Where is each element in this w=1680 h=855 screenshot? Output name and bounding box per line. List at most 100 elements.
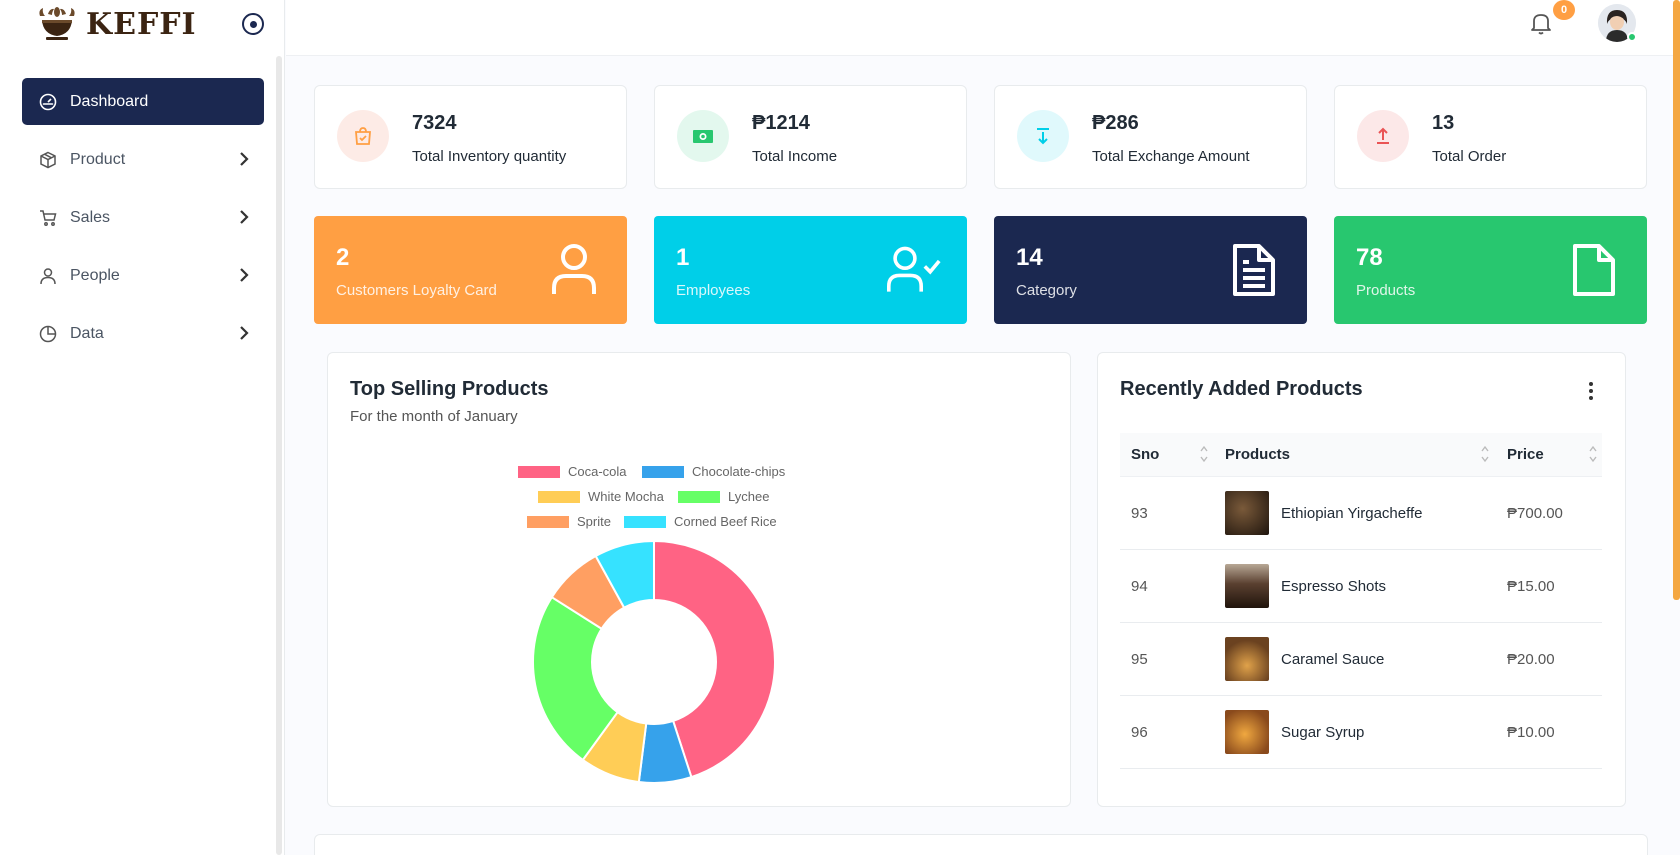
legend-swatch [624,515,666,528]
bell-icon[interactable] [1528,10,1554,36]
sidebar-item-label: Sales [70,208,111,226]
stat-value: 13 [1432,112,1455,134]
top-header [286,0,1680,56]
table-row[interactable]: 94 Espresso Shots ₱15.00 [1120,550,1602,623]
stat-label: Total Inventory quantity [412,148,567,165]
table-row[interactable]: 96 Sugar Syrup ₱10.00 [1120,696,1602,769]
cell-product-name: Caramel Sauce [1281,651,1385,668]
sidebar-item-label: Dashboard [70,92,149,110]
card-value: 78 [1356,244,1383,271]
sort-icon[interactable] [1199,443,1209,465]
cell-sno: 93 [1131,505,1148,522]
bottom-panel [314,834,1648,855]
sidebar-toggle-button[interactable] [242,13,264,35]
card-category[interactable]: 14 Category [994,216,1307,324]
stat-label: Total Income [752,148,838,165]
brand-name: KEFFI [86,6,197,42]
legend-item[interactable]: Chocolate-chips [642,464,785,479]
box-icon [38,150,58,170]
card-label: Customers Loyalty Card [336,282,497,299]
legend-label: White Mocha [588,489,664,504]
column-header-price[interactable]: Price [1507,446,1544,463]
legend-swatch [527,515,569,528]
stat-label: Total Exchange Amount [1092,148,1250,165]
logo[interactable]: KEFFI [34,6,197,42]
main-scrollbar[interactable] [1673,0,1680,600]
download-icon [1017,110,1069,162]
sidebar-item-label: Product [70,150,126,168]
cell-product-name: Espresso Shots [1281,578,1387,595]
legend-swatch [642,465,684,478]
panel-subtitle: For the month of January [350,408,518,425]
product-thumbnail [1225,564,1269,608]
sidebar-item-dashboard[interactable]: Dashboard [22,78,264,125]
product-thumbnail [1225,637,1269,681]
legend-item[interactable]: Sprite [527,514,611,529]
legend-item[interactable]: Coca-cola [518,464,627,479]
cell-price: ₱15.00 [1507,578,1555,595]
card-value: 1 [676,244,690,271]
user-icon [38,266,58,286]
cell-price: ₱10.00 [1507,724,1555,741]
cell-product-name: Sugar Syrup [1281,724,1365,741]
legend-item[interactable]: White Mocha [538,489,664,504]
sidebar-item-sales[interactable]: Sales [22,194,264,241]
file-icon [1573,244,1615,296]
panel-title: Recently Added Products [1120,378,1363,400]
chevron-right-icon [240,152,249,166]
legend-label: Chocolate-chips [692,464,786,479]
cell-sno: 95 [1131,651,1148,668]
sidebar-item-label: Data [70,324,104,342]
card-products[interactable]: 78 Products [1334,216,1647,324]
cell-price: ₱700.00 [1507,505,1563,522]
stat-value: ₱286 [1092,112,1139,134]
sidebar-nav: Dashboard Product Sales People Data [22,78,264,368]
sidebar-item-label: People [70,266,120,284]
legend-item[interactable]: Lychee [678,489,769,504]
stat-label: Total Order [1432,148,1507,165]
file-text-icon [1233,244,1275,296]
more-vertical-icon[interactable] [1588,381,1594,401]
legend-swatch [518,465,560,478]
card-label: Employees [676,282,751,299]
cash-icon [677,110,729,162]
stat-card-orders: 13 Total Order [1334,85,1647,189]
sidebar-scrollbar[interactable] [276,56,282,855]
sidebar-item-product[interactable]: Product [22,136,264,183]
logo-row: KEFFI [0,0,284,52]
table-row[interactable]: 95 Caramel Sauce ₱20.00 [1120,623,1602,696]
coffee-logo-icon [39,7,75,40]
sort-icon[interactable] [1588,443,1598,465]
card-employees[interactable]: 1 Employees [654,216,967,324]
cell-sno: 94 [1131,578,1148,595]
sidebar-item-data[interactable]: Data [22,310,264,357]
card-loyalty[interactable]: 2 Customers Loyalty Card [314,216,627,324]
cell-sno: 96 [1131,724,1148,741]
stat-card-income: ₱1214 Total Income [654,85,967,189]
chevron-right-icon [240,326,249,340]
table-row[interactable]: 93 Ethiopian Yirgacheffe ₱700.00 [1120,477,1602,550]
stat-card-exchange: ₱286 Total Exchange Amount [994,85,1307,189]
card-label: Category [1016,282,1077,299]
donut-chart [532,540,776,784]
column-header-sno[interactable]: Sno [1131,446,1159,463]
pie-chart-icon [38,324,58,344]
panel-title: Top Selling Products [350,378,549,400]
card-value: 2 [336,244,350,271]
product-thumbnail [1225,710,1269,754]
card-label: Products [1356,282,1416,299]
user-check-icon [887,246,941,292]
stat-card-inventory: 7324 Total Inventory quantity [314,85,627,189]
cell-product-name: Ethiopian Yirgacheffe [1281,505,1423,522]
toggle-dot-icon [249,20,257,28]
legend-label: Coca-cola [568,464,627,479]
sort-icon[interactable] [1480,443,1490,465]
legend-label: Sprite [577,514,611,529]
sidebar-item-people[interactable]: People [22,252,264,299]
legend-item[interactable]: Corned Beef Rice [624,514,777,529]
upload-icon [1357,110,1409,162]
column-header-products[interactable]: Products [1225,446,1290,463]
sidebar: KEFFI Dashboard Product Sales People Dat… [0,0,285,855]
product-thumbnail [1225,491,1269,535]
gauge-icon [38,92,58,112]
